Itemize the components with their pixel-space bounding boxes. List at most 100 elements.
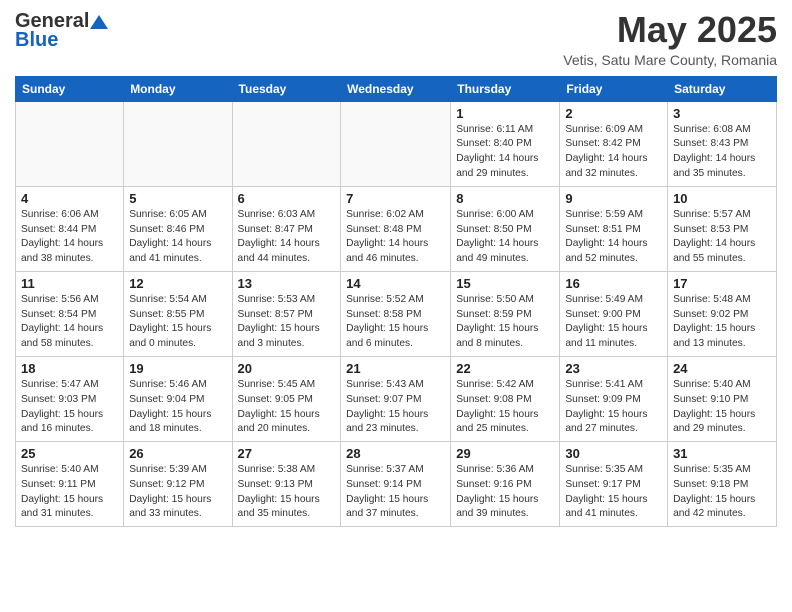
day-detail: Sunrise: 5:49 AM Sunset: 9:00 PM Dayligh… bbox=[565, 293, 662, 352]
day-number: 15 bbox=[456, 276, 554, 291]
day-detail: Sunrise: 5:35 AM Sunset: 9:18 PM Dayligh… bbox=[673, 463, 771, 522]
calendar-cell: 17Sunrise: 5:48 AM Sunset: 9:02 PM Dayli… bbox=[668, 271, 777, 356]
calendar-title: May 2025 bbox=[563, 10, 777, 50]
calendar-cell: 26 Sunrise: 5:39 AM Sunset: 9:12 PM Dayli… bbox=[124, 442, 232, 527]
calendar-cell: 8 Sunrise: 6:00 AM Sunset: 8:50 PM Daylig… bbox=[451, 186, 560, 271]
calendar-cell: 14Sunrise: 5:52 AM Sunset: 8:58 PM Dayli… bbox=[341, 271, 451, 356]
calendar-cell bbox=[232, 101, 341, 186]
calendar-cell: 1 Sunrise: 6:11 AM Sunset: 8:40 PM Daylig… bbox=[451, 101, 560, 186]
day-detail: Sunrise: 5:37 AM Sunset: 9:14 PM Dayligh… bbox=[346, 463, 445, 522]
calendar-cell: 15 Sunrise: 5:50 AM Sunset: 8:59 PM Dayli… bbox=[451, 271, 560, 356]
col-monday: Monday bbox=[124, 76, 232, 101]
header: General Blue May 2025 Vetis, Satu Mare C… bbox=[15, 10, 777, 68]
week-row-2: 11Sunrise: 5:56 AM Sunset: 8:54 PM Dayli… bbox=[16, 271, 777, 356]
day-number: 18 bbox=[21, 361, 118, 376]
day-detail: Sunrise: 5:48 AM Sunset: 9:02 PM Dayligh… bbox=[673, 293, 771, 352]
day-detail: Sunrise: 6:05 AM Sunset: 8:46 PM Dayligh… bbox=[129, 208, 226, 267]
calendar-cell: 25 Sunrise: 5:40 AM Sunset: 9:11 PM Dayli… bbox=[16, 442, 124, 527]
day-detail: Sunrise: 6:02 AM Sunset: 8:48 PM Dayligh… bbox=[346, 208, 445, 267]
day-detail: Sunrise: 6:00 AM Sunset: 8:50 PM Dayligh… bbox=[456, 208, 554, 267]
calendar-body: 1 Sunrise: 6:11 AM Sunset: 8:40 PM Daylig… bbox=[16, 101, 777, 527]
day-detail: Sunrise: 6:03 AM Sunset: 8:47 PM Dayligh… bbox=[238, 208, 336, 267]
day-detail: Sunrise: 5:46 AM Sunset: 9:04 PM Dayligh… bbox=[129, 378, 226, 437]
week-row-1: 4 Sunrise: 6:06 AM Sunset: 8:44 PM Daylig… bbox=[16, 186, 777, 271]
calendar-cell: 24 Sunrise: 5:40 AM Sunset: 9:10 PM Dayli… bbox=[668, 356, 777, 441]
logo-blue: Blue bbox=[15, 29, 58, 52]
day-number: 8 bbox=[456, 191, 554, 206]
week-row-0: 1 Sunrise: 6:11 AM Sunset: 8:40 PM Daylig… bbox=[16, 101, 777, 186]
day-detail: Sunrise: 5:59 AM Sunset: 8:51 PM Dayligh… bbox=[565, 208, 662, 267]
calendar-cell bbox=[16, 101, 124, 186]
day-number: 1 bbox=[456, 106, 554, 121]
logo-icon bbox=[90, 15, 108, 29]
logo-area: General Blue bbox=[15, 10, 108, 52]
col-friday: Friday bbox=[560, 76, 668, 101]
calendar-cell: 10 Sunrise: 5:57 AM Sunset: 8:53 PM Dayli… bbox=[668, 186, 777, 271]
col-wednesday: Wednesday bbox=[341, 76, 451, 101]
day-number: 6 bbox=[238, 191, 336, 206]
day-detail: Sunrise: 5:50 AM Sunset: 8:59 PM Dayligh… bbox=[456, 293, 554, 352]
calendar-header: Sunday Monday Tuesday Wednesday Thursday… bbox=[16, 76, 777, 101]
day-number: 25 bbox=[21, 446, 118, 461]
calendar-cell: 9 Sunrise: 5:59 AM Sunset: 8:51 PM Daylig… bbox=[560, 186, 668, 271]
day-number: 3 bbox=[673, 106, 771, 121]
day-number: 11 bbox=[21, 276, 118, 291]
day-number: 27 bbox=[238, 446, 336, 461]
day-number: 16 bbox=[565, 276, 662, 291]
calendar-cell bbox=[124, 101, 232, 186]
day-detail: Sunrise: 5:41 AM Sunset: 9:09 PM Dayligh… bbox=[565, 378, 662, 437]
col-saturday: Saturday bbox=[668, 76, 777, 101]
calendar-cell: 29 Sunrise: 5:36 AM Sunset: 9:16 PM Dayli… bbox=[451, 442, 560, 527]
calendar-cell: 23Sunrise: 5:41 AM Sunset: 9:09 PM Dayli… bbox=[560, 356, 668, 441]
calendar-cell bbox=[341, 101, 451, 186]
week-row-4: 25 Sunrise: 5:40 AM Sunset: 9:11 PM Dayli… bbox=[16, 442, 777, 527]
day-number: 14 bbox=[346, 276, 445, 291]
calendar-cell: 6 Sunrise: 6:03 AM Sunset: 8:47 PM Daylig… bbox=[232, 186, 341, 271]
calendar-cell: 16 Sunrise: 5:49 AM Sunset: 9:00 PM Dayli… bbox=[560, 271, 668, 356]
day-number: 9 bbox=[565, 191, 662, 206]
day-detail: Sunrise: 6:06 AM Sunset: 8:44 PM Dayligh… bbox=[21, 208, 118, 267]
day-detail: Sunrise: 5:47 AM Sunset: 9:03 PM Dayligh… bbox=[21, 378, 118, 437]
day-number: 7 bbox=[346, 191, 445, 206]
calendar-cell: 27 Sunrise: 5:38 AM Sunset: 9:13 PM Dayli… bbox=[232, 442, 341, 527]
day-detail: Sunrise: 5:40 AM Sunset: 9:10 PM Dayligh… bbox=[673, 378, 771, 437]
calendar-cell: 11Sunrise: 5:56 AM Sunset: 8:54 PM Dayli… bbox=[16, 271, 124, 356]
header-row: Sunday Monday Tuesday Wednesday Thursday… bbox=[16, 76, 777, 101]
day-detail: Sunrise: 6:11 AM Sunset: 8:40 PM Dayligh… bbox=[456, 123, 554, 182]
day-number: 24 bbox=[673, 361, 771, 376]
day-number: 29 bbox=[456, 446, 554, 461]
day-detail: Sunrise: 5:54 AM Sunset: 8:55 PM Dayligh… bbox=[129, 293, 226, 352]
calendar-cell: 18 Sunrise: 5:47 AM Sunset: 9:03 PM Dayli… bbox=[16, 356, 124, 441]
calendar-cell: 12Sunrise: 5:54 AM Sunset: 8:55 PM Dayli… bbox=[124, 271, 232, 356]
day-detail: Sunrise: 5:39 AM Sunset: 9:12 PM Dayligh… bbox=[129, 463, 226, 522]
day-detail: Sunrise: 5:43 AM Sunset: 9:07 PM Dayligh… bbox=[346, 378, 445, 437]
calendar-cell: 20Sunrise: 5:45 AM Sunset: 9:05 PM Dayli… bbox=[232, 356, 341, 441]
calendar-cell: 22 Sunrise: 5:42 AM Sunset: 9:08 PM Dayli… bbox=[451, 356, 560, 441]
day-detail: Sunrise: 5:45 AM Sunset: 9:05 PM Dayligh… bbox=[238, 378, 336, 437]
calendar-cell: 28Sunrise: 5:37 AM Sunset: 9:14 PM Dayli… bbox=[341, 442, 451, 527]
page: General Blue May 2025 Vetis, Satu Mare C… bbox=[0, 0, 792, 537]
day-detail: Sunrise: 5:42 AM Sunset: 9:08 PM Dayligh… bbox=[456, 378, 554, 437]
col-tuesday: Tuesday bbox=[232, 76, 341, 101]
col-thursday: Thursday bbox=[451, 76, 560, 101]
day-number: 19 bbox=[129, 361, 226, 376]
day-detail: Sunrise: 6:08 AM Sunset: 8:43 PM Dayligh… bbox=[673, 123, 771, 182]
calendar-cell: 2 Sunrise: 6:09 AM Sunset: 8:42 PM Daylig… bbox=[560, 101, 668, 186]
day-detail: Sunrise: 5:36 AM Sunset: 9:16 PM Dayligh… bbox=[456, 463, 554, 522]
day-detail: Sunrise: 6:09 AM Sunset: 8:42 PM Dayligh… bbox=[565, 123, 662, 182]
calendar-cell: 19 Sunrise: 5:46 AM Sunset: 9:04 PM Dayli… bbox=[124, 356, 232, 441]
day-detail: Sunrise: 5:57 AM Sunset: 8:53 PM Dayligh… bbox=[673, 208, 771, 267]
day-number: 4 bbox=[21, 191, 118, 206]
calendar-cell: 7 Sunrise: 6:02 AM Sunset: 8:48 PM Daylig… bbox=[341, 186, 451, 271]
day-number: 22 bbox=[456, 361, 554, 376]
day-detail: Sunrise: 5:53 AM Sunset: 8:57 PM Dayligh… bbox=[238, 293, 336, 352]
day-number: 31 bbox=[673, 446, 771, 461]
day-number: 2 bbox=[565, 106, 662, 121]
day-detail: Sunrise: 5:38 AM Sunset: 9:13 PM Dayligh… bbox=[238, 463, 336, 522]
day-number: 26 bbox=[129, 446, 226, 461]
day-detail: Sunrise: 5:40 AM Sunset: 9:11 PM Dayligh… bbox=[21, 463, 118, 522]
calendar-cell: 31 Sunrise: 5:35 AM Sunset: 9:18 PM Dayli… bbox=[668, 442, 777, 527]
day-number: 10 bbox=[673, 191, 771, 206]
calendar-cell: 30Sunrise: 5:35 AM Sunset: 9:17 PM Dayli… bbox=[560, 442, 668, 527]
title-area: May 2025 Vetis, Satu Mare County, Romani… bbox=[563, 10, 777, 68]
